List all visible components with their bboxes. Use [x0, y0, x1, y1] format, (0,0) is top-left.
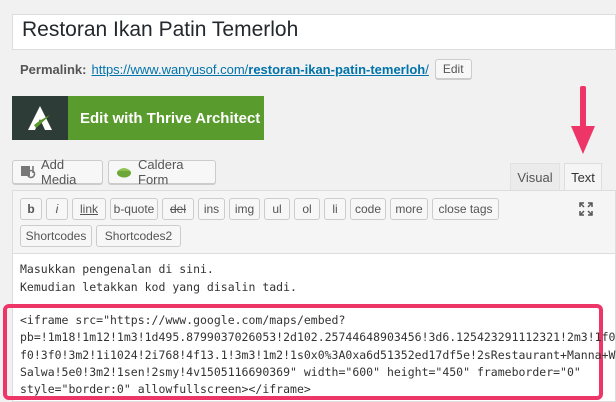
permalink-end: / — [425, 61, 429, 77]
code-line: style="border:0" allowfullscreen></ifram… — [20, 382, 311, 397]
tab-visual[interactable]: Visual — [510, 163, 560, 191]
permalink-base: https://www.wanyusof.com/ — [91, 61, 249, 77]
post-title-field[interactable]: Restoran Ikan Patin Temerloh — [12, 14, 616, 50]
editor-textarea[interactable]: Masukkan pengenalan di sini. Kemudian le… — [20, 261, 610, 296]
thrive-architect-button[interactable]: Edit with Thrive Architect — [12, 96, 264, 140]
permalink-label: Permalink: — [20, 61, 87, 77]
qt-img-button[interactable]: img — [229, 198, 260, 220]
qt-ins-button[interactable]: ins — [198, 198, 225, 220]
permalink-row: Permalink: https://www.wanyusof.com/rest… — [20, 58, 472, 80]
qt-bquote-button[interactable]: b-quote — [110, 198, 158, 220]
code-line: f0!3f0!3m2!1i1024!2i768!4f13.1!3m3!1m2!1… — [20, 347, 616, 362]
permalink-link[interactable]: https://www.wanyusof.com/restoran-ikan-p… — [91, 62, 428, 77]
qt-shortcodes2-button[interactable]: Shortcodes2 — [96, 225, 181, 247]
content-line: Masukkan pengenalan di sini. — [20, 262, 214, 276]
qt-li-button[interactable]: li — [324, 198, 346, 220]
qt-ul-button[interactable]: ul — [264, 198, 290, 220]
pink-arrow-icon — [570, 86, 596, 161]
fullscreen-icon[interactable] — [578, 201, 594, 217]
thrive-label: Edit with Thrive Architect — [80, 109, 261, 127]
caldera-form-button[interactable]: Caldera Form — [108, 157, 216, 187]
tab-text[interactable]: Text — [564, 163, 602, 191]
caldera-icon — [116, 163, 132, 182]
qt-link-button[interactable]: link — [72, 198, 106, 220]
thrive-logo-icon — [12, 96, 68, 140]
qt-shortcodes-button[interactable]: Shortcodes — [20, 225, 92, 247]
media-icon — [20, 163, 36, 182]
code-line: pb=!1m18!1m12!1m3!1d495.8799037026053!2d… — [20, 330, 616, 345]
permalink-edit-button[interactable]: Edit — [434, 59, 472, 79]
code-line: Salwa!5e0!3m2!1sen!2smy!4v1505116690369"… — [20, 364, 581, 379]
text-editor[interactable]: b i link b-quote del ins img ul ol li co… — [3, 190, 616, 402]
qt-more-button[interactable]: more — [390, 198, 428, 220]
qt-ol-button[interactable]: ol — [294, 198, 320, 220]
qt-italic-button[interactable]: i — [46, 198, 68, 220]
caldera-label: Caldera Form — [138, 157, 184, 187]
quicktags-toolbar: b i link b-quote del ins img ul ol li co… — [13, 191, 615, 254]
post-title-text: Restoran Ikan Patin Temerloh — [22, 18, 299, 41]
content-line: Kemudian letakkan kod yang disalin tadi. — [20, 279, 297, 294]
code-line: <iframe src="https://www.google.com/maps… — [20, 313, 346, 327]
add-media-button[interactable]: Add Media — [12, 157, 103, 187]
qt-close-tags-button[interactable]: close tags — [432, 198, 499, 220]
qt-code-button[interactable]: code — [350, 198, 386, 220]
qt-del-button[interactable]: del — [162, 198, 194, 220]
qt-bold-button[interactable]: b — [20, 198, 42, 220]
permalink-slug: restoran-ikan-patin-temerloh — [248, 61, 426, 77]
iframe-code: <iframe src="https://www.google.com/maps… — [20, 312, 616, 398]
add-media-label: Add Media — [41, 157, 77, 187]
